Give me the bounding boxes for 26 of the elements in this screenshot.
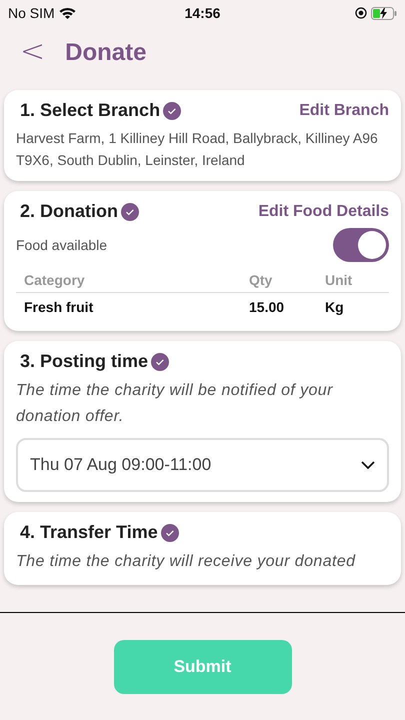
- column-header: Unit: [317, 268, 389, 293]
- branch-address: Harvest Farm, 1 Killiney Hill Road, Ballybrack, Killiney A96 T9X6, South Dublin, Leinster, Ireland: [16, 129, 379, 170]
- column-header: Category: [16, 268, 241, 293]
- section-title: 1. Select Branch: [20, 100, 160, 121]
- toggle-label: Food available: [16, 237, 108, 253]
- battery-charging-icon: [371, 6, 397, 20]
- orientation-lock-icon: [355, 7, 367, 19]
- table-cell-text: Fresh fruit: [23, 298, 94, 317]
- section-title: 3. Posting time: [20, 351, 148, 372]
- clock-time: 14:56: [184, 5, 220, 21]
- time-select[interactable]: Thu 07 Aug 09:00-11:00: [16, 438, 389, 492]
- wifi-icon: [58, 7, 76, 19]
- column-header: Qty: [241, 268, 317, 293]
- section-description: The time the charity will be notified of your donation offer.: [16, 381, 334, 427]
- table-cell-text: 15.00: [248, 298, 286, 317]
- table-cell-text: Kg: [324, 298, 345, 317]
- section-title: 2. Donation: [20, 201, 118, 222]
- back-button[interactable]: <: [20, 34, 46, 72]
- section-description: The time the charity will receive your donated: [16, 552, 356, 572]
- page-title: Donate: [65, 39, 146, 67]
- edit-link[interactable]: Edit Food Details: [258, 202, 389, 220]
- section-title: 4. Transfer Time: [20, 522, 158, 543]
- chevron-down-icon: [361, 461, 375, 469]
- carrier-label: No SIM: [8, 5, 55, 21]
- food-available-switch[interactable]: [333, 228, 389, 262]
- edit-link[interactable]: Edit Branch: [299, 102, 389, 120]
